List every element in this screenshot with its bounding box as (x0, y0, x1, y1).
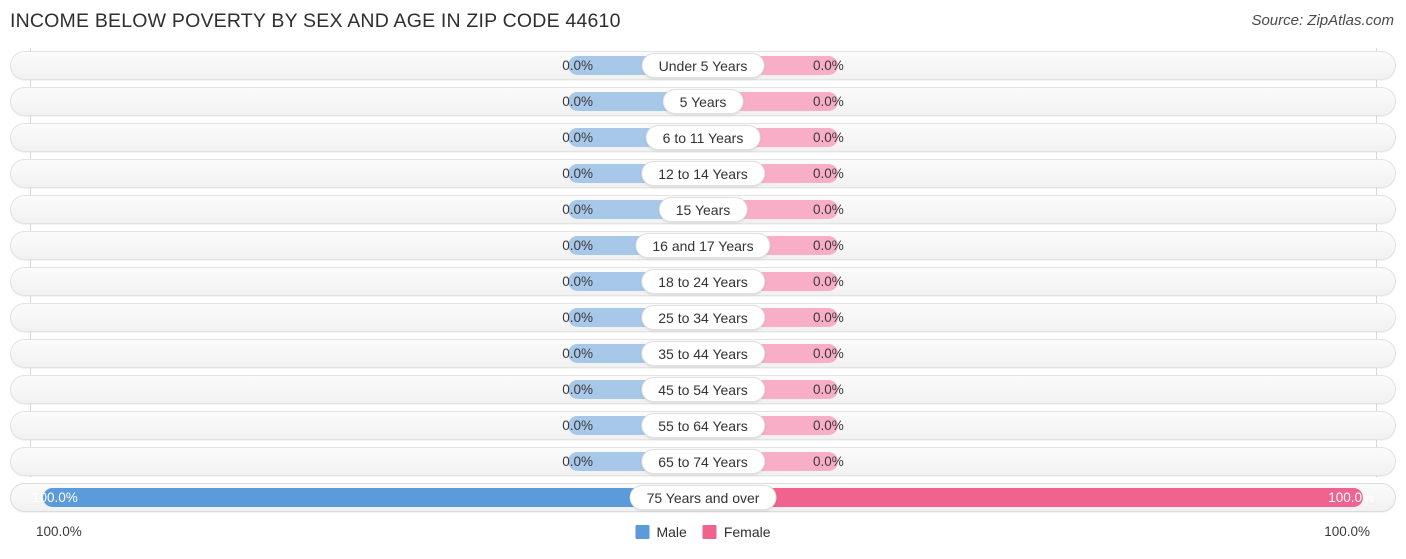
chart-plot-area: 0.0% 0.0% Under 5 Years 0.0% 0.0% 5 Years 0.0%… (0, 48, 1406, 518)
category-label-pill: 75 Years and over (629, 485, 777, 510)
value-label-male: 0.0% (562, 202, 593, 217)
value-label-female: 0.0% (813, 418, 844, 433)
chart-row: 0.0% 0.0% 15 Years (10, 195, 1396, 224)
bar-female (703, 488, 1363, 507)
category-label-pill: 18 to 24 Years (641, 269, 765, 294)
value-label-female: 0.0% (813, 346, 844, 361)
chart-row: 0.0% 0.0% 18 to 24 Years (10, 267, 1396, 296)
chart-row: 0.0% 0.0% 16 and 17 Years (10, 231, 1396, 260)
value-label-female: 0.0% (813, 238, 844, 253)
value-label-female: 0.0% (813, 166, 844, 181)
value-label-male: 0.0% (562, 454, 593, 469)
chart-row: 0.0% 0.0% 45 to 54 Years (10, 375, 1396, 404)
chart-row: 0.0% 0.0% 65 to 74 Years (10, 447, 1396, 476)
chart-row: 0.0% 0.0% 6 to 11 Years (10, 123, 1396, 152)
value-label-female: 0.0% (813, 130, 844, 145)
category-label-pill: 5 Years (662, 89, 744, 114)
value-label-male: 0.0% (562, 94, 593, 109)
value-label-male: 0.0% (562, 274, 593, 289)
chart-row: 0.0% 0.0% 5 Years (10, 87, 1396, 116)
value-label-female: 0.0% (813, 94, 844, 109)
category-label-pill: 55 to 64 Years (641, 413, 765, 438)
value-label-male: 100.0% (32, 490, 78, 505)
value-label-female: 0.0% (813, 310, 844, 325)
value-label-female: 0.0% (813, 58, 844, 73)
value-label-male: 0.0% (562, 238, 593, 253)
legend-label-male: Male (656, 524, 687, 540)
category-label-pill: Under 5 Years (641, 53, 765, 78)
value-label-male: 0.0% (562, 346, 593, 361)
chart-row: 100.0% 100.0% 75 Years and over (10, 483, 1396, 512)
category-label-pill: 12 to 14 Years (641, 161, 765, 186)
chart-legend: Male Female (635, 521, 771, 543)
category-label-pill: 65 to 74 Years (641, 449, 765, 474)
value-label-female: 0.0% (813, 382, 844, 397)
axis-label-left: 100.0% (36, 524, 82, 539)
chart-row: 0.0% 0.0% 25 to 34 Years (10, 303, 1396, 332)
value-label-male: 0.0% (562, 166, 593, 181)
chart-footer: 100.0% Male Female 100.0% (0, 521, 1406, 551)
category-label-pill: 15 Years (658, 197, 748, 222)
value-label-male: 0.0% (562, 130, 593, 145)
value-label-male: 0.0% (562, 58, 593, 73)
legend-label-female: Female (723, 524, 771, 540)
value-label-female: 0.0% (813, 454, 844, 469)
category-label-pill: 16 and 17 Years (635, 233, 771, 258)
legend-swatch-female-icon (702, 525, 717, 539)
value-label-male: 0.0% (562, 418, 593, 433)
chart-row: 0.0% 0.0% 35 to 44 Years (10, 339, 1396, 368)
value-label-female: 0.0% (813, 202, 844, 217)
legend-item-female[interactable]: Female (702, 524, 771, 540)
chart-row: 0.0% 0.0% 12 to 14 Years (10, 159, 1396, 188)
category-label-pill: 6 to 11 Years (645, 125, 761, 150)
category-label-pill: 25 to 34 Years (641, 305, 765, 330)
category-label-pill: 35 to 44 Years (641, 341, 765, 366)
bar-male (43, 488, 703, 507)
category-label-pill: 45 to 54 Years (641, 377, 765, 402)
legend-swatch-male-icon (635, 525, 650, 539)
value-label-female: 100.0% (1328, 490, 1374, 505)
source-attribution: Source: ZipAtlas.com (1251, 12, 1394, 29)
value-label-male: 0.0% (562, 310, 593, 325)
legend-item-male[interactable]: Male (635, 524, 687, 540)
value-label-female: 0.0% (813, 274, 844, 289)
chart-row: 0.0% 0.0% Under 5 Years (10, 51, 1396, 80)
page-title: INCOME BELOW POVERTY BY SEX AND AGE IN Z… (10, 10, 621, 32)
chart-row: 0.0% 0.0% 55 to 64 Years (10, 411, 1396, 440)
axis-label-right: 100.0% (1324, 524, 1370, 539)
chart-header: INCOME BELOW POVERTY BY SEX AND AGE IN Z… (0, 0, 1406, 42)
value-label-male: 0.0% (562, 382, 593, 397)
